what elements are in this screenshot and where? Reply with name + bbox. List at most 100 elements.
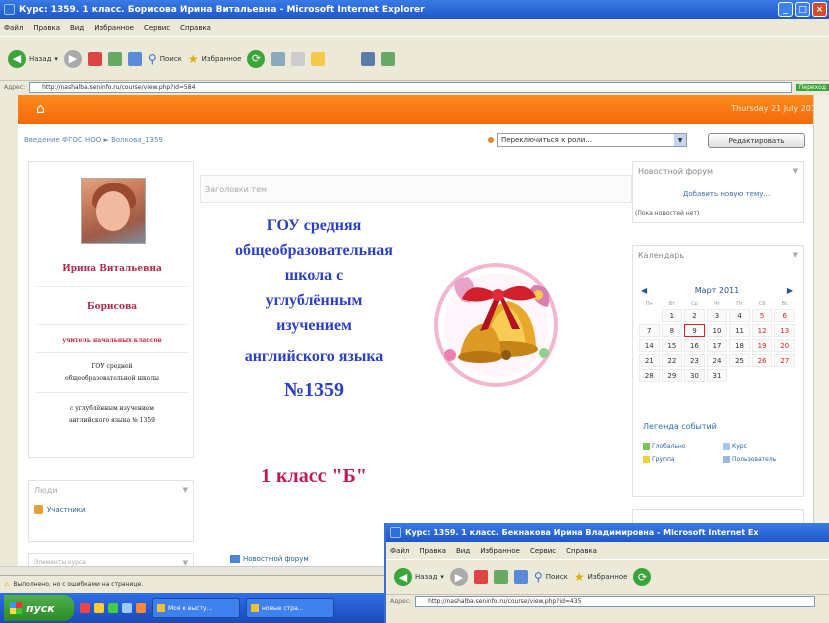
- taskbar-item[interactable]: новые стра...: [246, 598, 334, 618]
- history-icon[interactable]: [271, 51, 286, 66]
- calendar-day[interactable]: 16: [684, 339, 705, 352]
- home-icon[interactable]: [513, 570, 528, 584]
- news-forum-link[interactable]: Новостной форум: [230, 555, 309, 563]
- collapse-icon[interactable]: ▼: [793, 167, 798, 175]
- quick-launch-icon[interactable]: [122, 603, 132, 613]
- menu-edit[interactable]: Правка: [419, 547, 446, 555]
- second-browser-window[interactable]: Курс: 1359. 1 класс. Бекнакова Ирина Вла…: [384, 523, 829, 623]
- address-input[interactable]: http://nashalba.seninfo.ru/course/view.p…: [29, 82, 792, 93]
- edit-button[interactable]: Редактировать: [708, 133, 805, 148]
- calendar-day[interactable]: 6: [774, 309, 795, 322]
- menu-view[interactable]: Вид: [456, 547, 470, 555]
- calendar-day[interactable]: 18: [729, 339, 750, 352]
- search-button[interactable]: ⚲ Поиск: [534, 570, 568, 584]
- next-month-icon[interactable]: ▶: [787, 286, 793, 295]
- search-button[interactable]: ⚲ Поиск: [148, 52, 182, 66]
- address-input[interactable]: http://nashalba.seninfo.ru/course/view.p…: [415, 596, 816, 607]
- forward-button[interactable]: ▶: [63, 49, 82, 68]
- vertical-scrollbar[interactable]: [813, 95, 829, 575]
- menu-tools[interactable]: Сервис: [144, 24, 170, 32]
- calendar-day[interactable]: 28: [639, 369, 660, 382]
- calendar-day[interactable]: 7: [639, 324, 660, 337]
- minimize-button[interactable]: _: [778, 2, 793, 17]
- start-button[interactable]: пуск: [4, 595, 74, 621]
- quick-launch-icon[interactable]: [108, 603, 118, 613]
- favorites-button[interactable]: ★ Избранное: [188, 52, 242, 66]
- calendar-day[interactable]: 2: [684, 309, 705, 322]
- calendar-day[interactable]: 31: [706, 369, 728, 382]
- calendar-day[interactable]: 1: [661, 309, 683, 322]
- calendar-day[interactable]: 19: [751, 339, 773, 352]
- home-icon[interactable]: ⌂: [36, 101, 45, 117]
- back-button[interactable]: ◀ Назад ▾: [394, 568, 444, 586]
- calendar-day[interactable]: 10: [706, 324, 728, 337]
- calendar-day[interactable]: 24: [706, 354, 728, 367]
- media-icon[interactable]: ⟳: [247, 49, 266, 68]
- calendar-day[interactable]: 15: [661, 339, 683, 352]
- collapse-icon[interactable]: ▼: [183, 486, 188, 494]
- menu-favorites[interactable]: Избранное: [94, 24, 134, 32]
- menu-edit[interactable]: Правка: [33, 24, 60, 32]
- calendar-day[interactable]: 5: [751, 309, 773, 322]
- taskbar-item[interactable]: Моя к высту...: [152, 598, 240, 618]
- calendar-day[interactable]: 14: [639, 339, 660, 352]
- collapse-icon[interactable]: ▼: [793, 251, 798, 259]
- calendar-day[interactable]: 30: [684, 369, 705, 382]
- quick-launch-icon[interactable]: [94, 603, 104, 613]
- calendar-day[interactable]: 3: [706, 309, 728, 322]
- menu-help[interactable]: Справка: [566, 547, 597, 555]
- menu-file[interactable]: Файл: [390, 547, 409, 555]
- quick-launch-icon[interactable]: [136, 603, 146, 613]
- title-bar[interactable]: Курс: 1359. 1 класс. Борисова Ирина Вита…: [0, 0, 829, 19]
- mail-icon[interactable]: [291, 51, 306, 66]
- media-icon[interactable]: ⟳: [633, 568, 652, 586]
- menu-file[interactable]: Файл: [4, 24, 23, 32]
- folder-icon[interactable]: [311, 51, 326, 66]
- menu-tools[interactable]: Сервис: [530, 547, 556, 555]
- favorites-button[interactable]: ★ Избранное: [574, 570, 628, 584]
- participants-link[interactable]: Участники: [34, 505, 86, 514]
- calendar-day[interactable]: 26: [751, 354, 773, 367]
- calendar-day[interactable]: 23: [684, 354, 705, 367]
- calendar-day[interactable]: 29: [661, 369, 683, 382]
- calendar-month[interactable]: Март 2011: [695, 286, 739, 295]
- menu-view[interactable]: Вид: [70, 24, 84, 32]
- legend-item[interactable]: Группа: [643, 456, 723, 463]
- back-button[interactable]: ◀ Назад ▾: [8, 49, 58, 68]
- stop-icon[interactable]: [473, 570, 488, 584]
- forward-button[interactable]: ▶: [449, 568, 468, 586]
- calendar-day[interactable]: 9: [684, 324, 705, 337]
- close-button[interactable]: ×: [812, 2, 827, 17]
- calendar-day[interactable]: 21: [639, 354, 660, 367]
- maximize-button[interactable]: □: [795, 2, 810, 17]
- menu-help[interactable]: Справка: [180, 24, 211, 32]
- menu-favorites[interactable]: Избранное: [480, 547, 520, 555]
- calendar-day[interactable]: 27: [774, 354, 795, 367]
- legend-item[interactable]: Курс: [723, 443, 803, 450]
- calendar-day[interactable]: 25: [729, 354, 750, 367]
- refresh-icon[interactable]: [493, 570, 508, 584]
- home-icon[interactable]: [127, 51, 142, 66]
- calendar-day[interactable]: 17: [706, 339, 728, 352]
- messenger-icon[interactable]: [361, 51, 376, 66]
- quick-launch-icon[interactable]: [80, 603, 90, 613]
- title-bar[interactable]: Курс: 1359. 1 класс. Бекнакова Ирина Вла…: [386, 523, 829, 542]
- refresh-icon[interactable]: [107, 51, 122, 66]
- legend-item[interactable]: Глобально: [643, 443, 723, 450]
- breadcrumb[interactable]: Введение ФГОС НОО ► Волкова_1359: [24, 136, 163, 144]
- calendar-day[interactable]: 4: [729, 309, 750, 322]
- role-select[interactable]: Переключиться к роли... ▼: [497, 133, 687, 147]
- calendar-day[interactable]: 11: [729, 324, 750, 337]
- go-button[interactable]: Переход: [795, 84, 829, 91]
- tools-icon[interactable]: [381, 51, 396, 66]
- calendar-day[interactable]: 12: [751, 324, 773, 337]
- calendar-day[interactable]: 20: [774, 339, 795, 352]
- prev-month-icon[interactable]: ◀: [641, 286, 647, 295]
- add-topic-link[interactable]: Добавить новую тему...: [679, 190, 774, 199]
- stop-icon[interactable]: [87, 51, 102, 66]
- legend-item[interactable]: Пользователь: [723, 456, 803, 463]
- calendar-day[interactable]: 8: [661, 324, 683, 337]
- horizontal-scrollbar[interactable]: [0, 566, 400, 575]
- calendar-day[interactable]: 22: [661, 354, 683, 367]
- calendar-day[interactable]: 13: [774, 324, 795, 337]
